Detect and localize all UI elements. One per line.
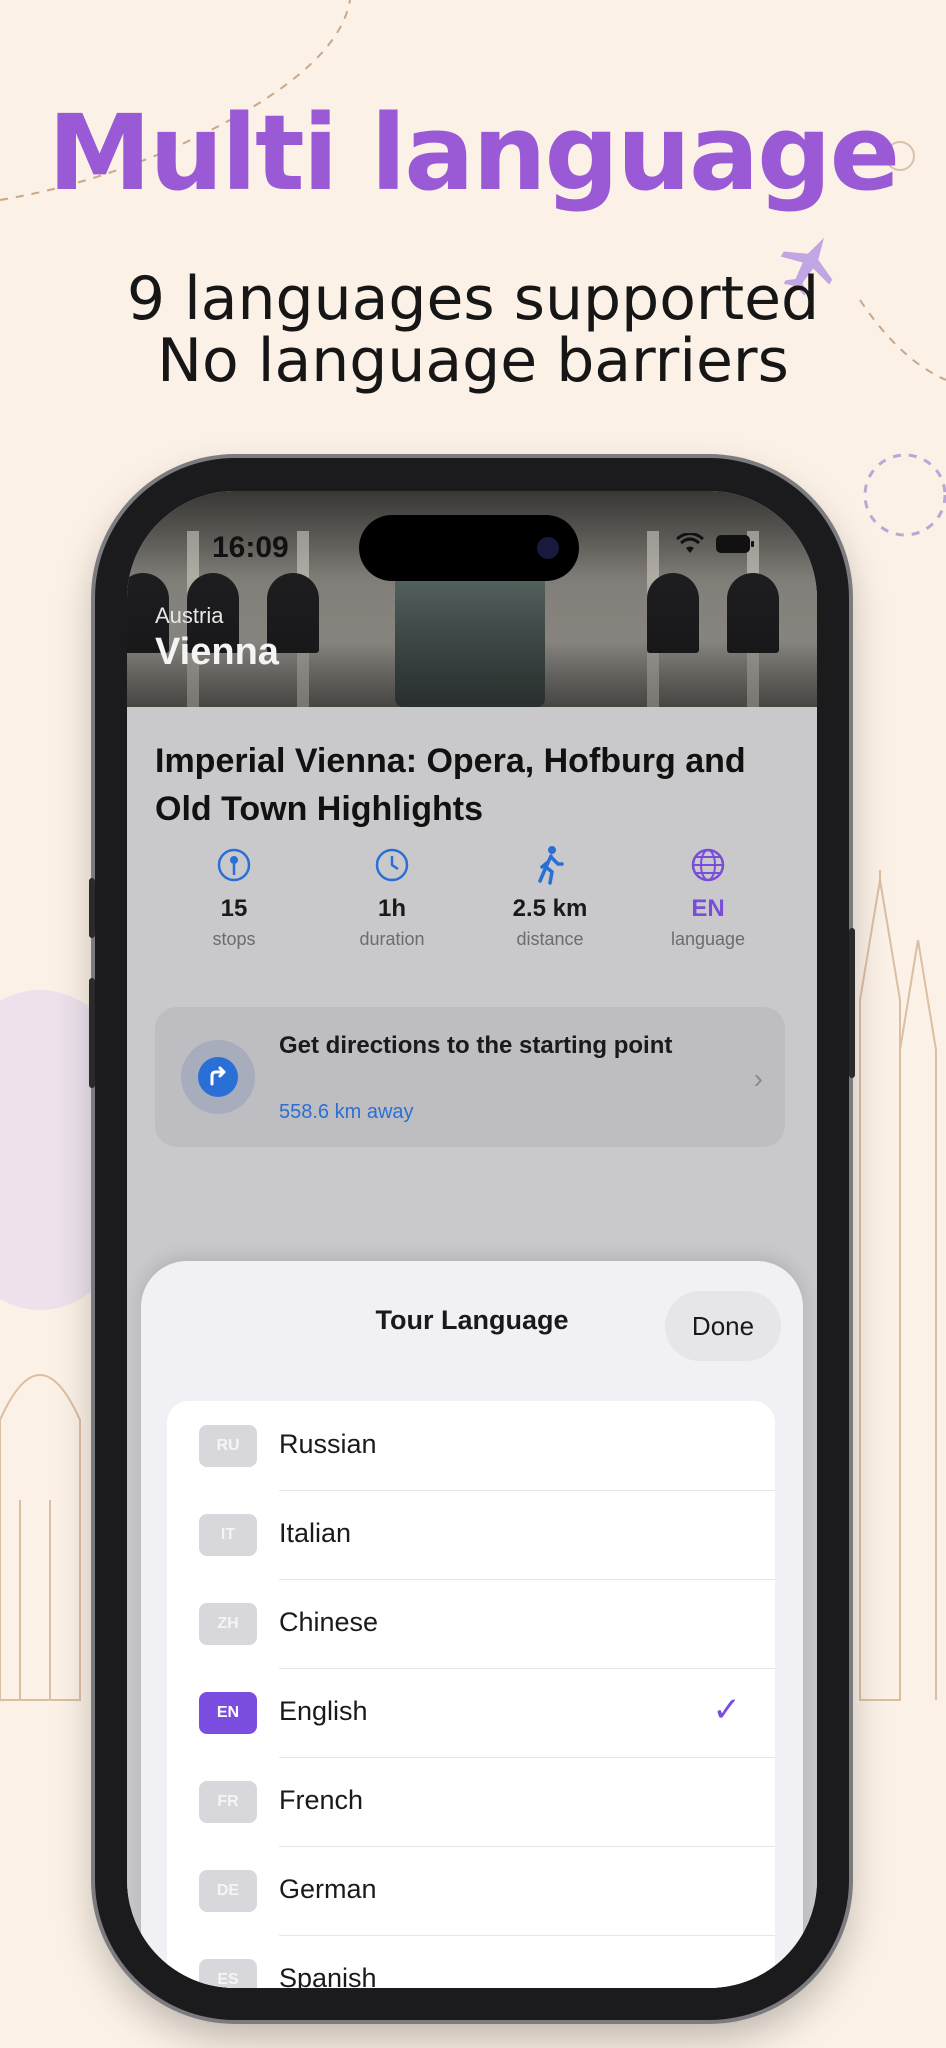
phone-screen: 16:09 Austria Vienna Imperial Vienna: Op… bbox=[127, 491, 817, 1988]
language-code-badge: IT bbox=[199, 1514, 257, 1556]
clock-icon bbox=[313, 845, 471, 885]
stat-duration: 1h duration bbox=[313, 845, 471, 965]
phone-side-button bbox=[849, 928, 855, 1078]
language-option-fr[interactable]: FR French bbox=[167, 1757, 775, 1846]
language-option-ru[interactable]: RU Russian bbox=[167, 1401, 775, 1490]
stat-label: distance bbox=[516, 929, 584, 949]
language-code-badge: FR bbox=[199, 1781, 257, 1823]
language-option-en[interactable]: EN English ✓ bbox=[167, 1668, 775, 1757]
language-sheet: Tour Language Done RU Russian IT Italian… bbox=[141, 1261, 803, 1988]
promo-headline: Multi language bbox=[47, 92, 900, 214]
tour-title: Imperial Vienna: Opera, Hofburg and Old … bbox=[155, 742, 746, 828]
dynamic-island bbox=[359, 515, 579, 581]
battery-icon bbox=[716, 535, 754, 553]
language-name: Italian bbox=[279, 1518, 352, 1548]
phone-frame: 16:09 Austria Vienna Imperial Vienna: Op… bbox=[89, 458, 855, 2020]
stat-value: 1h bbox=[377, 895, 406, 922]
chevron-right-icon: › bbox=[753, 1063, 763, 1094]
language-name: Russian bbox=[279, 1429, 377, 1459]
promo-subline-1: 9 languages supported bbox=[126, 264, 820, 334]
hero-country: Austria bbox=[155, 603, 224, 628]
language-option-es[interactable]: ES Spanish bbox=[167, 1935, 775, 1988]
stat-label: duration bbox=[359, 929, 425, 949]
language-name: Chinese bbox=[279, 1607, 379, 1637]
checkmark-icon: ✓ bbox=[712, 1691, 742, 1729]
stat-stops: 15 stops bbox=[155, 845, 313, 965]
stat-value: 15 bbox=[220, 895, 248, 922]
stat-label: language bbox=[670, 929, 746, 949]
walk-icon bbox=[471, 845, 629, 885]
hero-city: Vienna bbox=[155, 631, 279, 673]
status-icons bbox=[675, 533, 755, 555]
language-name: German bbox=[279, 1874, 377, 1904]
language-code-badge: RU bbox=[199, 1425, 257, 1467]
tour-stats: 15 stops 1h duration 2.5 km distance EN … bbox=[155, 845, 787, 965]
directions-card[interactable]: Get directions to the starting point 558… bbox=[155, 1007, 785, 1147]
phone-side-button bbox=[89, 978, 95, 1088]
language-name: Spanish bbox=[279, 1963, 377, 1988]
globe-icon bbox=[629, 845, 787, 885]
stat-value: EN bbox=[691, 895, 725, 922]
language-code-badge: ZH bbox=[199, 1603, 257, 1645]
stat-value: 2.5 km bbox=[512, 895, 588, 922]
done-button[interactable]: Done bbox=[665, 1291, 781, 1361]
stat-label: stops bbox=[212, 929, 256, 949]
language-option-it[interactable]: IT Italian bbox=[167, 1490, 775, 1579]
promo-subline-2: No language barriers bbox=[157, 326, 789, 396]
language-code-badge: ES bbox=[199, 1959, 257, 1988]
directions-title: Get directions to the starting point bbox=[279, 1032, 673, 1059]
status-time: 16:09 bbox=[212, 531, 289, 564]
language-name: French bbox=[279, 1785, 364, 1815]
language-code-badge: DE bbox=[199, 1870, 257, 1912]
directions-icon-wrap bbox=[181, 1040, 255, 1114]
language-option-de[interactable]: DE German bbox=[167, 1846, 775, 1935]
language-list: RU Russian IT Italian ZH Chinese EN Engl… bbox=[167, 1401, 775, 1988]
pin-icon bbox=[155, 845, 313, 885]
language-option-zh[interactable]: ZH Chinese bbox=[167, 1579, 775, 1668]
phone-side-button bbox=[89, 878, 95, 938]
city-hero-image: 16:09 Austria Vienna bbox=[127, 491, 817, 707]
directions-icon bbox=[198, 1057, 238, 1097]
directions-distance: 558.6 km away bbox=[279, 1101, 414, 1123]
wifi-icon bbox=[676, 533, 704, 553]
language-code-badge: EN bbox=[199, 1692, 257, 1734]
stat-language[interactable]: EN language bbox=[629, 845, 787, 965]
language-name: English bbox=[279, 1696, 368, 1726]
stat-distance: 2.5 km distance bbox=[471, 845, 629, 965]
